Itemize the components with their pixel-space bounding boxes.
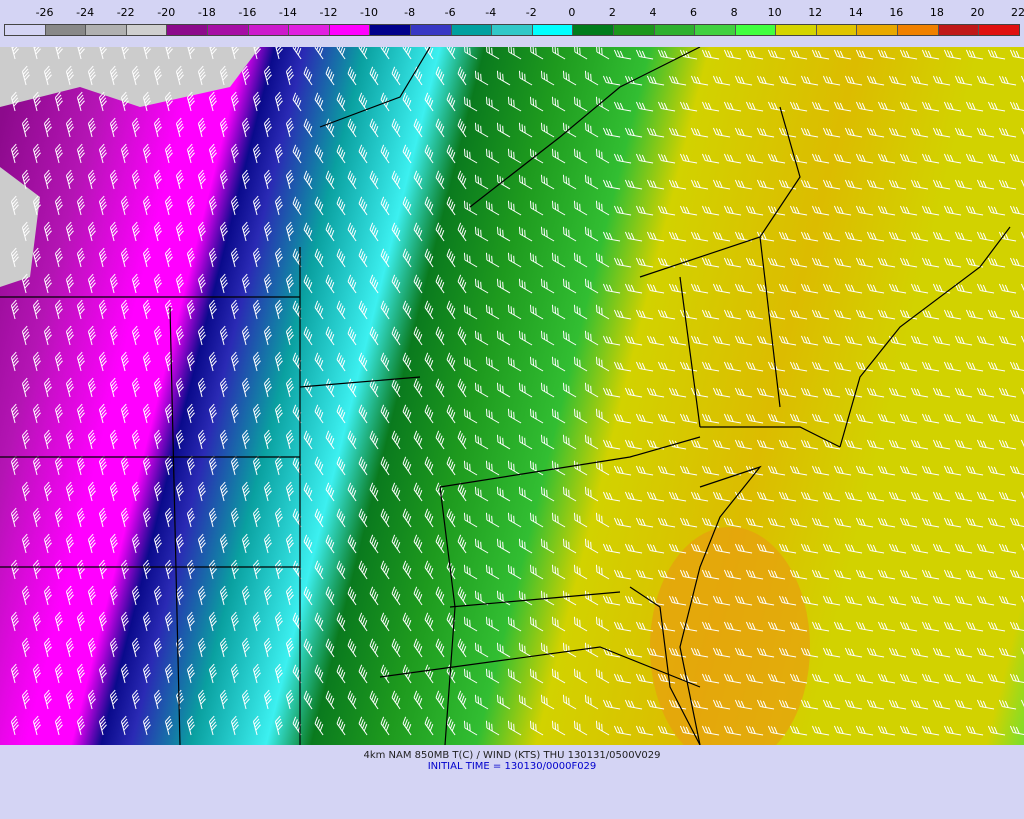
legend-swatch bbox=[207, 25, 249, 35]
product-title: 4km NAM 850MB T(C) / WIND (KTS) THU 1301… bbox=[363, 750, 661, 761]
temperature-wind-map bbox=[0, 47, 1024, 745]
initial-time: INITIAL TIME = 130130/0000F029 bbox=[427, 761, 597, 772]
legend-swatch bbox=[979, 25, 1019, 35]
legend-swatch bbox=[857, 25, 899, 35]
legend-swatch bbox=[735, 25, 777, 35]
legend-swatch bbox=[410, 25, 452, 35]
legend-swatch bbox=[938, 25, 980, 35]
legend-tick-label: -2 bbox=[525, 6, 537, 19]
legend-swatch bbox=[613, 25, 655, 35]
legend-tick-label: 18 bbox=[929, 6, 944, 19]
legend-tick-label: -8 bbox=[404, 6, 416, 19]
legend-tick-label: 6 bbox=[690, 6, 698, 19]
legend-swatch bbox=[451, 25, 493, 35]
legend-swatch bbox=[816, 25, 858, 35]
legend-swatch bbox=[289, 25, 330, 35]
legend-swatch bbox=[248, 25, 290, 35]
legend-tick-label: -22 bbox=[116, 6, 135, 19]
legend-tick-label: 16 bbox=[889, 6, 904, 19]
legend-tick-label: 10 bbox=[767, 6, 782, 19]
legend-tick-label: -24 bbox=[76, 6, 95, 19]
legend-swatch bbox=[776, 25, 817, 35]
legend-swatch bbox=[573, 25, 614, 35]
temperature-field bbox=[0, 47, 1024, 745]
legend-swatch bbox=[532, 25, 574, 35]
legend-swatch bbox=[5, 25, 46, 35]
legend-tick-label: -12 bbox=[319, 6, 338, 19]
legend-tick-label: -6 bbox=[444, 6, 456, 19]
weather-map bbox=[0, 47, 1024, 745]
legend-tick-label: -10 bbox=[360, 6, 379, 19]
legend-swatch bbox=[45, 25, 87, 35]
legend-swatch bbox=[695, 25, 736, 35]
legend-tick-label: -18 bbox=[197, 6, 216, 19]
legend-tick-label: 2 bbox=[608, 6, 616, 19]
legend-swatch bbox=[126, 25, 168, 35]
legend-swatch bbox=[329, 25, 371, 35]
legend-tick-label: -26 bbox=[35, 6, 54, 19]
legend-tick-label: 8 bbox=[730, 6, 738, 19]
legend-swatch bbox=[654, 25, 696, 35]
legend-swatch bbox=[167, 25, 208, 35]
legend-swatch bbox=[86, 25, 127, 35]
legend-swatch bbox=[492, 25, 533, 35]
map-caption: 4km NAM 850MB T(C) / WIND (KTS) THU 1301… bbox=[0, 750, 1024, 772]
legend-tick-label: 4 bbox=[649, 6, 657, 19]
temperature-color-legend bbox=[4, 24, 1020, 36]
legend-tick-label: -16 bbox=[238, 6, 257, 19]
legend-tick-labels: -26 -24 -22 -20 -18 -16 -14 -12 -10 -8 -6 -4 -2 0 2 4 6 8… bbox=[0, 6, 1024, 22]
legend-swatch bbox=[898, 25, 939, 35]
legend-tick-label: -20 bbox=[157, 6, 176, 19]
legend-swatch bbox=[370, 25, 411, 35]
legend-tick-label: 22 bbox=[1011, 6, 1024, 19]
legend-tick-label: 12 bbox=[808, 6, 823, 19]
legend-tick-label: -4 bbox=[485, 6, 497, 19]
legend-tick-label: 14 bbox=[848, 6, 863, 19]
legend-tick-label: 0 bbox=[568, 6, 576, 19]
legend-tick-label: 20 bbox=[970, 6, 985, 19]
legend-tick-label: -14 bbox=[278, 6, 297, 19]
